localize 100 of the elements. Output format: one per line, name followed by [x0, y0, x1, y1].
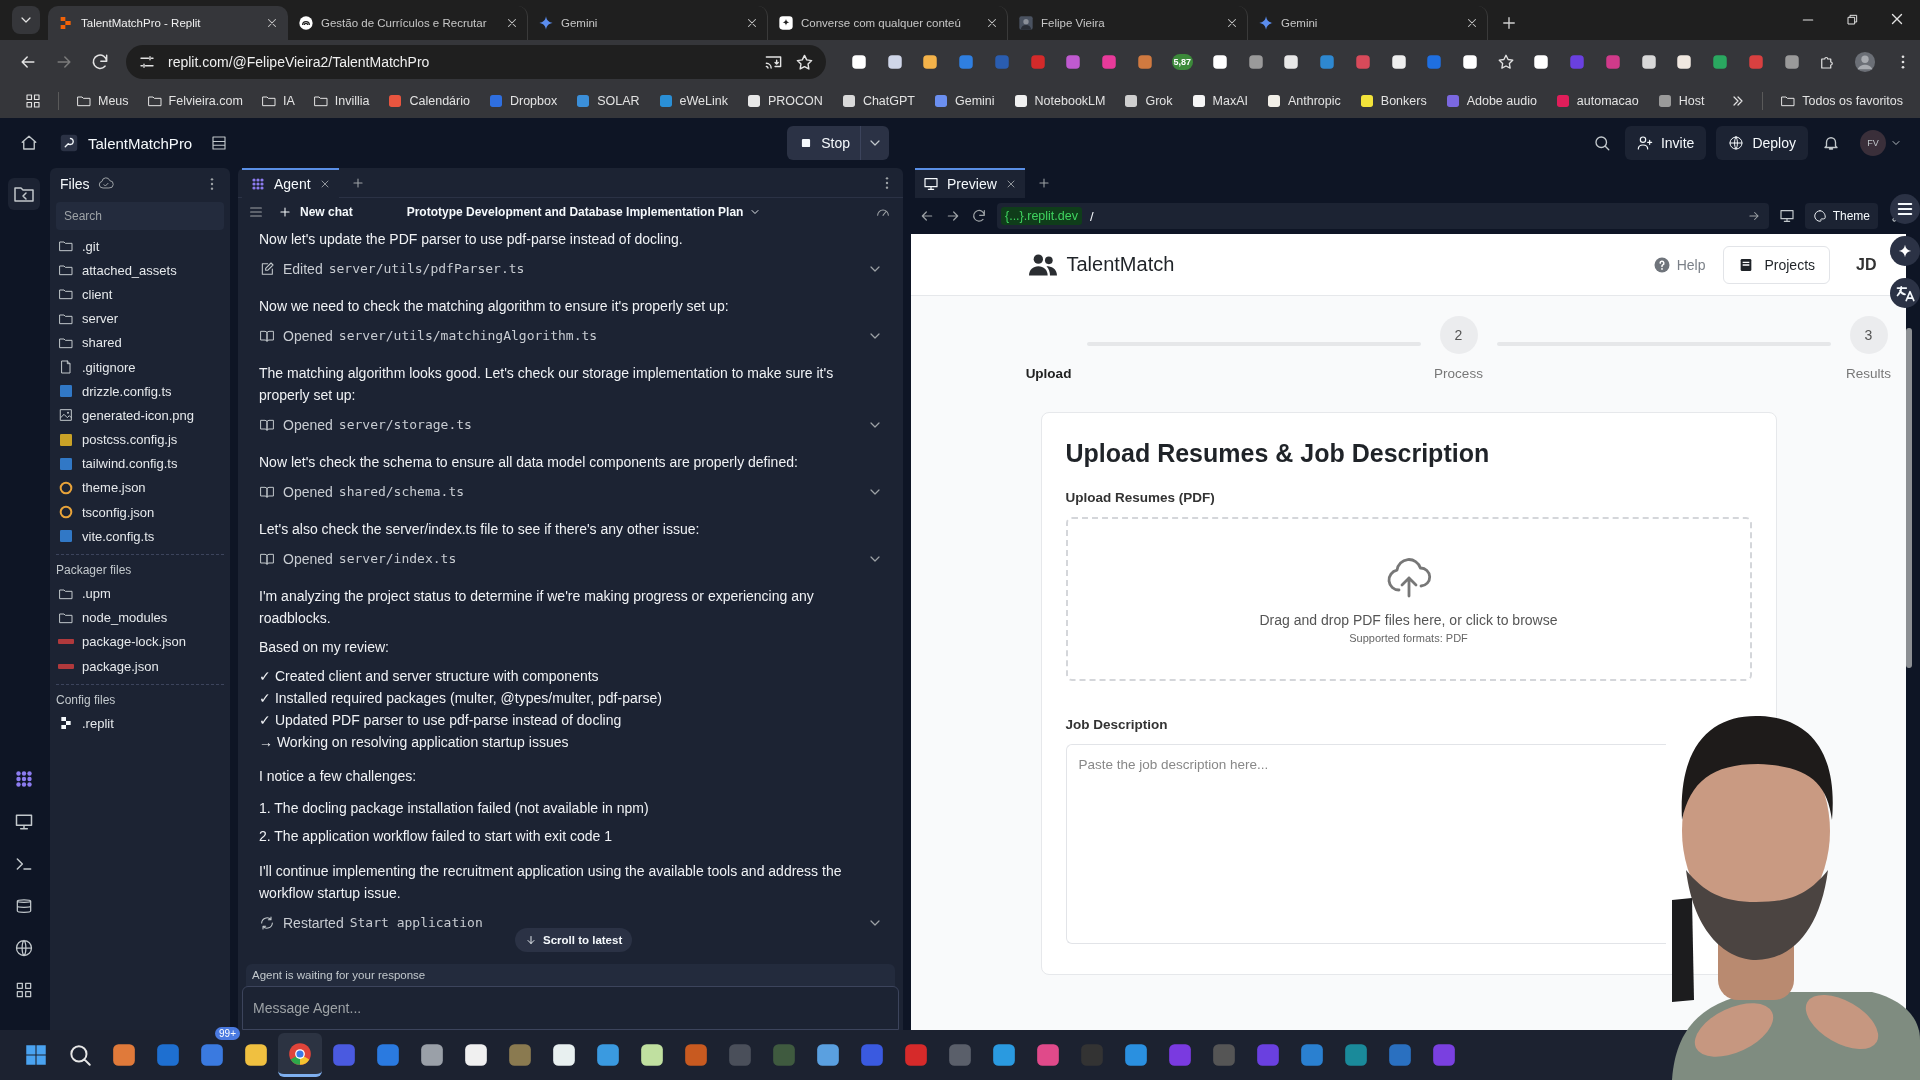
bookmark[interactable]: automacao: [1547, 90, 1646, 112]
projects-button[interactable]: Projects: [1723, 245, 1831, 284]
bookmark[interactable]: NotebookLM: [1005, 90, 1113, 112]
bookmark[interactable]: Calendário: [380, 90, 477, 112]
browser-tab[interactable]: Gemini: [528, 6, 768, 40]
new-tab-icon[interactable]: [1036, 176, 1051, 190]
bookmark[interactable]: Anthropic: [1259, 90, 1348, 112]
bookmark[interactable]: Felvieira.com: [139, 90, 250, 112]
preview-tab[interactable]: Preview: [915, 168, 1025, 198]
user-initials[interactable]: JD: [1856, 255, 1877, 274]
job-description-field[interactable]: Paste the job description here...: [1065, 744, 1666, 944]
forward-icon[interactable]: [945, 208, 961, 224]
project-name[interactable]: TalentMatchPro: [60, 134, 193, 152]
bookmark[interactable]: PROCON: [739, 90, 830, 112]
agent-icon[interactable]: [13, 768, 35, 790]
file-item[interactable]: generated-icon.png: [56, 403, 224, 428]
address-bar[interactable]: replit.com/@FelipeVieira2/TalentMatchPro: [126, 45, 826, 79]
profile-avatar-icon[interactable]: [1854, 51, 1877, 73]
sparkle-icon[interactable]: [1890, 236, 1920, 266]
user-avatar[interactable]: FV: [1860, 130, 1886, 156]
deploy-icon[interactable]: [14, 938, 34, 958]
file-item[interactable]: server: [56, 306, 224, 331]
open-arrow-icon[interactable]: [1746, 209, 1761, 223]
action-row[interactable]: Edited server/utils/pdfParser.ts: [259, 257, 883, 281]
extension-icon[interactable]: [1389, 53, 1408, 71]
close-icon[interactable]: [1225, 16, 1239, 30]
bookmark-star-icon[interactable]: [795, 52, 814, 72]
start-icon[interactable]: [23, 1042, 49, 1068]
new-tab-icon[interactable]: [1500, 14, 1518, 32]
new-chat-button[interactable]: New chat: [274, 205, 357, 219]
database-icon[interactable]: [14, 896, 34, 916]
file-item[interactable]: theme.json: [56, 475, 224, 501]
agent-tab[interactable]: Agent: [242, 167, 339, 198]
bookmark[interactable]: SOLAR: [568, 90, 647, 112]
device-icon[interactable]: [1778, 208, 1795, 224]
app-icon[interactable]: [639, 1042, 665, 1068]
url-field[interactable]: {...}.replit.dev /: [997, 203, 1769, 229]
bookmark[interactable]: MaxAI: [1183, 90, 1255, 112]
app-icon[interactable]: [419, 1042, 445, 1068]
bookmark-folder[interactable]: Todos os favoritos: [1773, 90, 1910, 112]
app-icon[interactable]: [815, 1042, 841, 1068]
close-icon[interactable]: [985, 16, 999, 30]
tab-search-button[interactable]: [12, 6, 40, 34]
files-icon[interactable]: [8, 178, 40, 210]
browser-tab[interactable]: Felipe Vieira: [1008, 6, 1248, 40]
file-item[interactable]: shared: [56, 330, 224, 355]
bookmark[interactable]: Host: [1649, 90, 1712, 112]
bookmark[interactable]: Meus: [69, 90, 136, 112]
close-icon[interactable]: [505, 16, 519, 30]
file-item[interactable]: postcss.config.js: [56, 427, 224, 452]
file-item[interactable]: attached_assets: [56, 258, 224, 283]
action-row[interactable]: Opened server/storage.ts: [259, 413, 883, 437]
home-icon[interactable]: [20, 134, 38, 152]
thread-title-dropdown[interactable]: Prototype Development and Database Implementation Plan: [406, 205, 762, 219]
file-item[interactable]: tsconfig.json: [56, 500, 224, 525]
bookmark[interactable]: Adobe audio: [1437, 90, 1544, 112]
app-logo[interactable]: TalentMatch: [1028, 250, 1175, 279]
extension-icon[interactable]: [885, 53, 904, 71]
scroll-to-latest-button[interactable]: Scroll to latest: [515, 928, 633, 952]
quote-list-icon[interactable]: [1890, 194, 1920, 224]
site-settings-icon[interactable]: [138, 53, 156, 71]
action-row[interactable]: Opened server/utils/matchingAlgorithm.ts: [259, 324, 883, 348]
search-icon[interactable]: [67, 1042, 93, 1068]
tools-icon[interactable]: [14, 980, 34, 1000]
file-item[interactable]: node_modules: [56, 605, 224, 630]
message-input[interactable]: Message Agent...: [242, 986, 899, 1030]
action-row[interactable]: Opened server/index.ts: [259, 547, 883, 571]
bell-icon[interactable]: [1822, 134, 1840, 152]
reload-icon[interactable]: [971, 208, 987, 224]
extension-icon[interactable]: [921, 53, 940, 71]
extension-icon[interactable]: [1282, 53, 1301, 71]
extension-icon[interactable]: [1210, 53, 1229, 71]
help-link[interactable]: Help: [1652, 255, 1706, 274]
reload-icon[interactable]: [90, 52, 110, 72]
bookmark[interactable]: IA: [253, 90, 302, 112]
bookmark[interactable]: Invillia: [305, 90, 377, 112]
app-icon[interactable]: [243, 1042, 269, 1068]
extension-icon[interactable]: [1532, 53, 1551, 71]
theme-button[interactable]: Theme: [1804, 203, 1878, 229]
restore-icon[interactable]: [1844, 12, 1860, 28]
close-icon[interactable]: [1465, 16, 1479, 30]
app-icon[interactable]: [551, 1042, 577, 1068]
browser-icon[interactable]: [287, 1040, 313, 1067]
file-item[interactable]: .upm: [56, 581, 224, 606]
invite-button[interactable]: Invite: [1624, 126, 1707, 160]
deploy-button[interactable]: Deploy: [1716, 126, 1808, 160]
file-item[interactable]: .gitignore: [56, 354, 224, 380]
file-item[interactable]: package-lock.json: [56, 629, 224, 654]
browser-tab[interactable]: Gestão de Currículos e Recrutar: [288, 6, 528, 40]
bookmark[interactable]: Dropbox: [480, 90, 565, 112]
file-item[interactable]: vite.config.ts: [56, 524, 224, 549]
bookmark[interactable]: ChatGPT: [833, 90, 922, 112]
extension-icon[interactable]: [1639, 53, 1658, 71]
browser-tab[interactable]: Converse com qualquer conteú: [768, 6, 1008, 40]
apps-icon[interactable]: [24, 92, 42, 110]
list-icon[interactable]: [210, 134, 229, 152]
file-item[interactable]: tailwind.config.ts: [56, 451, 224, 476]
bookmark[interactable]: Gemini: [926, 90, 1002, 112]
action-row[interactable]: Opened shared/schema.ts: [259, 480, 883, 504]
bookmark[interactable]: Bonkers: [1351, 90, 1434, 112]
